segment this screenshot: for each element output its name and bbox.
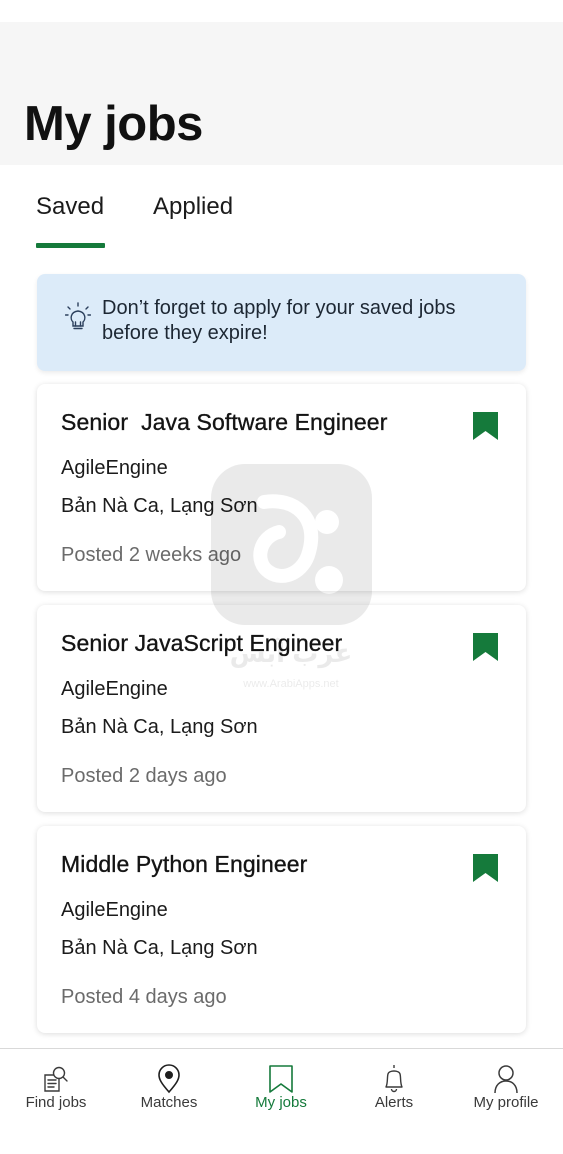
job-location: Bản Nà Ca, Lạng Sơn [61, 716, 258, 738]
find-jobs-icon [44, 1066, 68, 1092]
nav-my-jobs[interactable]: My jobs [225, 1049, 337, 1129]
nav-label: My jobs [255, 1094, 307, 1111]
job-location: Bản Nà Ca, Lạng Sơn [61, 937, 258, 959]
job-title[interactable]: Middle Python Engineer [61, 851, 308, 878]
active-tab-indicator [36, 243, 105, 248]
tab-saved[interactable]: Saved [36, 193, 104, 221]
tip-text: Don’t forget to apply for your saved job… [102, 297, 456, 344]
nav-my-profile[interactable]: My profile [450, 1049, 562, 1129]
job-company: AgileEngine [61, 678, 168, 700]
page-header: My jobs [0, 22, 563, 165]
bottom-navigation: Find jobs Matches My jobs Alerts My prof… [0, 1048, 563, 1154]
page-title: My jobs [24, 97, 203, 151]
tip-banner: Don’t forget to apply for your saved job… [37, 274, 526, 371]
nav-find-jobs[interactable]: Find jobs [0, 1049, 112, 1129]
job-posted-date: Posted 2 weeks ago [61, 544, 242, 566]
tab-bar: Saved Applied [0, 165, 563, 255]
job-card[interactable]: Middle Python Engineer AgileEngine Bản N… [37, 826, 526, 1033]
bookmark-filled-icon[interactable] [473, 412, 498, 440]
bookmark-filled-icon[interactable] [473, 854, 498, 882]
job-company: AgileEngine [61, 899, 168, 921]
nav-label: Matches [140, 1094, 198, 1111]
nav-label: My profile [473, 1094, 539, 1111]
nav-label: Alerts [374, 1094, 414, 1111]
nav-matches[interactable]: Matches [113, 1049, 225, 1129]
job-location: Bản Nà Ca, Lạng Sơn [61, 495, 258, 517]
status-bar [0, 0, 563, 22]
nav-label: Find jobs [25, 1094, 87, 1111]
job-posted-date: Posted 4 days ago [61, 986, 227, 1008]
job-title[interactable]: Senior Java Software Engineer [61, 409, 388, 436]
lightbulb-icon [65, 302, 91, 330]
job-company: AgileEngine [61, 457, 168, 479]
bell-icon [385, 1065, 403, 1093]
job-title[interactable]: Senior JavaScript Engineer [61, 630, 343, 657]
tab-applied[interactable]: Applied [153, 193, 233, 221]
person-icon [494, 1065, 518, 1094]
job-posted-date: Posted 2 days ago [61, 765, 227, 787]
job-card[interactable]: Senior JavaScript Engineer AgileEngine B… [37, 605, 526, 812]
job-card[interactable]: Senior Java Software Engineer AgileEngin… [37, 384, 526, 591]
bookmark-filled-icon[interactable] [473, 633, 498, 661]
bookmark-icon [269, 1065, 293, 1093]
map-pin-icon [158, 1064, 180, 1094]
nav-alerts[interactable]: Alerts [338, 1049, 450, 1129]
